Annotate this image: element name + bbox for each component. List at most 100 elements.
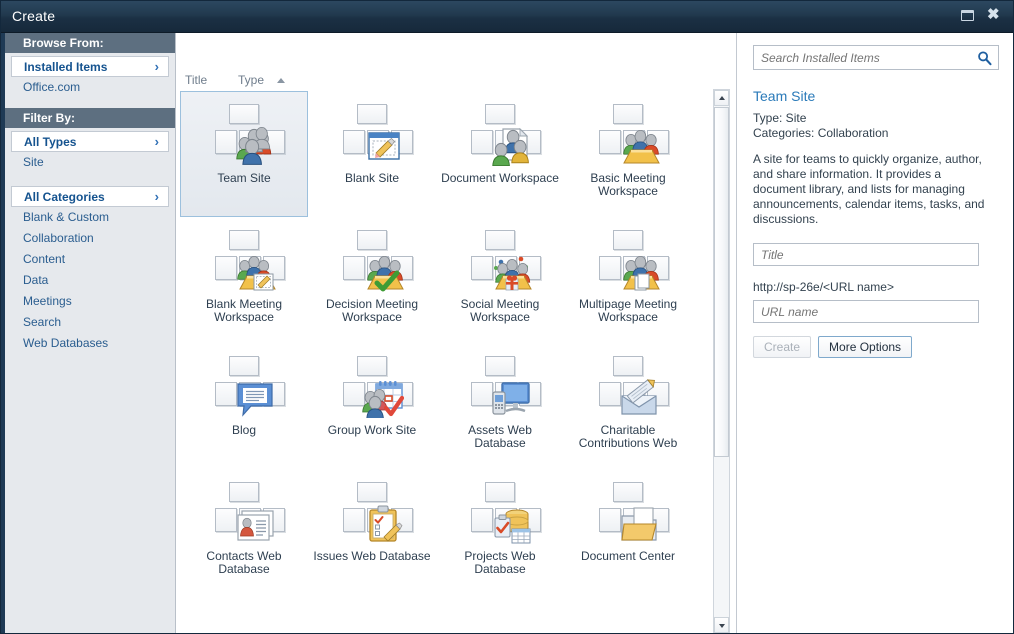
details-panel: Team Site Type: Site Categories: Collabo… xyxy=(737,33,1013,633)
monitor-phone-icon xyxy=(468,356,541,418)
template-tile[interactable]: Issues Web Database xyxy=(308,469,436,595)
speech-bubble-icon xyxy=(212,356,285,418)
sidebar-item-search[interactable]: Search xyxy=(5,312,175,333)
close-icon[interactable]: ✖ xyxy=(987,6,1005,25)
template-tile-label: Projects Web Database xyxy=(464,549,536,576)
detail-description: A site for teams to quickly organize, au… xyxy=(753,152,985,226)
create-button[interactable]: Create xyxy=(753,336,812,358)
meeting-gift-icon xyxy=(468,230,541,292)
sidebar-item-all-types[interactable]: All Types › xyxy=(11,131,169,152)
search-input[interactable] xyxy=(759,49,967,67)
sidebar-item-all-categories[interactable]: All Categories › xyxy=(11,186,169,207)
template-tile[interactable]: Contacts Web Database xyxy=(180,469,308,595)
sidebar-item-data[interactable]: Data xyxy=(5,270,175,291)
template-tile[interactable]: Group Work Site xyxy=(308,343,436,469)
url-prefix-label: http://sp-26e/<URL name> xyxy=(753,280,894,294)
sidebar-item-label: All Categories xyxy=(24,190,105,204)
search-icon[interactable] xyxy=(977,50,992,66)
calendar-people-icon xyxy=(340,356,413,420)
column-header-type[interactable]: Type xyxy=(238,73,264,87)
sidebar: Browse From: Installed Items › Office.co… xyxy=(1,33,176,633)
sidebar-group-categories: All Categories › Blank & Custom Collabor… xyxy=(5,186,175,354)
meeting-check-icon xyxy=(340,230,413,292)
title-field[interactable] xyxy=(753,243,979,266)
sidebar-item-content[interactable]: Content xyxy=(5,249,175,270)
sidebar-item-meetings[interactable]: Meetings xyxy=(5,291,175,312)
chevron-right-icon: › xyxy=(154,134,159,149)
template-tile-label: Blog xyxy=(231,423,257,437)
sidebar-item-label: All Types xyxy=(24,135,77,149)
details-button-row: Create More Options xyxy=(753,336,999,358)
template-tile[interactable]: Multipage Meeting Workspace xyxy=(564,217,692,343)
people-group-icon xyxy=(212,104,285,166)
template-tile[interactable]: Charitable Contributions Web xyxy=(564,343,692,469)
sidebar-item-web-databases[interactable]: Web Databases xyxy=(5,333,175,354)
detail-title: Team Site xyxy=(753,88,816,104)
template-tile-label: Decision Meeting Workspace xyxy=(325,297,419,324)
template-tile-label: Social Meeting Workspace xyxy=(460,297,540,324)
window-controls: ✖ xyxy=(959,6,1005,25)
template-tile[interactable]: Decision Meeting Workspace xyxy=(308,217,436,343)
gallery-scrollbar[interactable] xyxy=(713,89,730,633)
template-tile-label: Charitable Contributions Web xyxy=(578,423,678,450)
template-tile[interactable]: Assets Web Database xyxy=(436,343,564,469)
template-tile[interactable]: Blank Meeting Workspace xyxy=(180,217,308,343)
template-tile[interactable]: Projects Web Database xyxy=(436,469,564,595)
meeting-pencil-icon xyxy=(212,230,285,292)
template-tile[interactable]: Document Workspace xyxy=(436,91,564,217)
sidebar-item-site[interactable]: Site xyxy=(5,152,175,173)
template-tile[interactable]: Social Meeting Workspace xyxy=(436,217,564,343)
sidebar-item-office-com[interactable]: Office.com xyxy=(5,77,175,98)
sidebar-group-types: All Types › Site xyxy=(5,131,175,173)
template-tile[interactable]: Blank Site xyxy=(308,91,436,217)
more-options-button[interactable]: More Options xyxy=(818,336,913,358)
template-tile-label: Multipage Meeting Workspace xyxy=(578,297,678,324)
template-tile[interactable]: Team Site xyxy=(180,91,308,217)
template-tile[interactable]: Blog xyxy=(180,343,308,469)
template-tile-label: Document Workspace xyxy=(441,171,559,185)
tile-grid: Team Site Blank Site Document Workspace Bas… xyxy=(180,91,708,595)
chevron-right-icon: › xyxy=(154,189,159,204)
template-tile-label: Document Center xyxy=(580,549,676,563)
template-tile-label: Contacts Web Database xyxy=(206,549,282,576)
scrollbar-thumb[interactable] xyxy=(714,107,729,457)
restore-icon[interactable] xyxy=(959,7,977,25)
template-tile[interactable]: Basic Meeting Workspace xyxy=(564,91,692,217)
sort-ascending-icon xyxy=(277,78,285,83)
url-input[interactable] xyxy=(759,303,971,321)
column-header-title[interactable]: Title xyxy=(185,73,207,87)
detail-categories-line: Categories: Collaboration xyxy=(753,126,889,140)
meeting-table-icon xyxy=(596,104,669,166)
template-tile-label: Blank Meeting Workspace xyxy=(205,297,283,324)
template-tile-label: Issues Web Database xyxy=(313,549,431,563)
folder-document-icon xyxy=(596,482,669,544)
sidebar-item-label: Installed Items xyxy=(24,60,108,74)
scroll-up-arrow-icon[interactable] xyxy=(714,90,729,106)
template-tile-label: Blank Site xyxy=(344,171,400,185)
database-clipboard-icon xyxy=(468,482,541,544)
sidebar-item-collaboration[interactable]: Collaboration xyxy=(5,228,175,249)
detail-type-line: Type: Site xyxy=(753,111,807,125)
sidebar-header-browse-from: Browse From: xyxy=(5,33,175,53)
pencil-page-icon xyxy=(340,104,413,166)
detail-meta: Type: Site Categories: Collaboration xyxy=(753,111,999,141)
create-dialog-window: Create ✖ Browse From: Installed Items › … xyxy=(0,0,1014,634)
meeting-pages-icon xyxy=(596,230,669,292)
sidebar-item-installed-items[interactable]: Installed Items › xyxy=(11,56,169,77)
search-box[interactable] xyxy=(753,45,999,70)
template-gallery: Title Type Team Site Blank Site Document W… xyxy=(176,33,737,633)
chevron-right-icon: › xyxy=(154,59,159,74)
sidebar-group-browse-from: Installed Items › Office.com xyxy=(5,56,175,98)
clipboard-pencil-icon xyxy=(340,482,413,544)
template-tile[interactable]: Document Center xyxy=(564,469,692,595)
sidebar-item-blank-custom[interactable]: Blank & Custom xyxy=(5,207,175,228)
title-bar: Create ✖ xyxy=(1,1,1013,33)
template-tile-label: Assets Web Database xyxy=(468,423,532,450)
title-input[interactable] xyxy=(759,246,971,264)
window-title: Create xyxy=(12,8,56,24)
scroll-down-arrow-icon[interactable] xyxy=(714,617,729,633)
url-field[interactable] xyxy=(753,300,979,323)
document-people-icon xyxy=(468,104,541,167)
template-tile-label: Basic Meeting Workspace xyxy=(590,171,666,198)
contact-card-icon xyxy=(212,482,285,544)
